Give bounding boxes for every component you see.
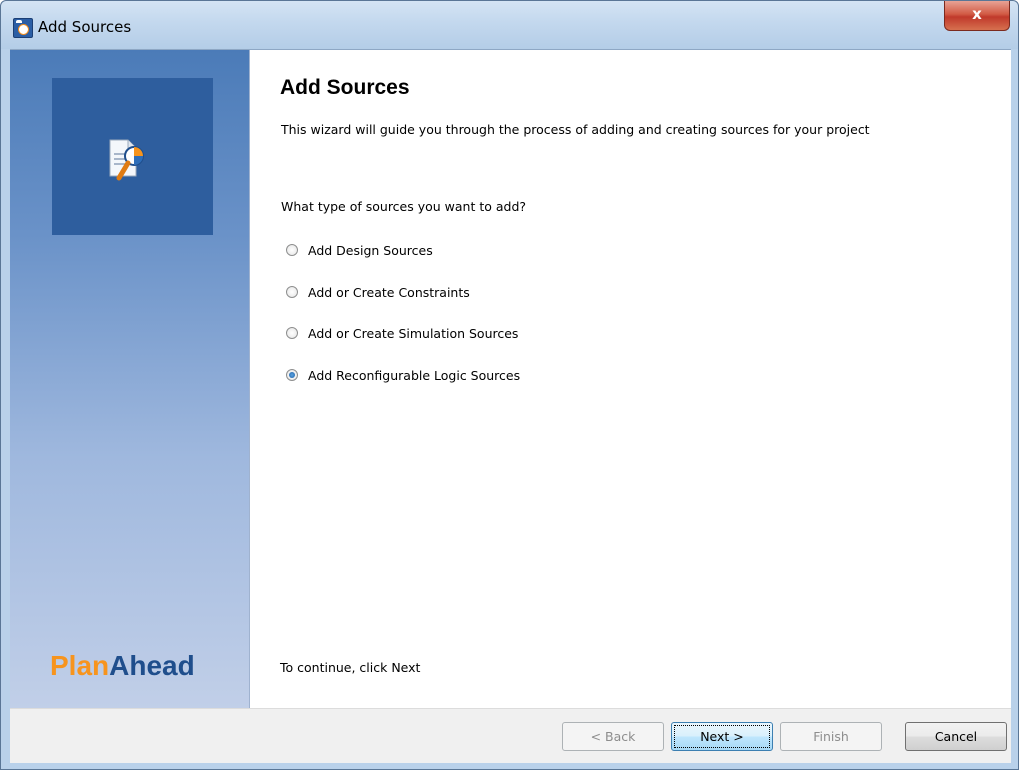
window-title: Add Sources <box>38 18 132 36</box>
option-add-create-constraints[interactable]: Add or Create Constraints <box>286 282 470 302</box>
finish-button[interactable]: Finish <box>780 722 882 751</box>
brand-ahead-text: Ahead <box>109 650 195 681</box>
radio-button[interactable] <box>286 244 298 256</box>
button-bar: < Back Next > Finish Cancel <box>10 708 1011 763</box>
continue-instruction: To continue, click Next <box>280 660 421 675</box>
wizard-logo-box <box>52 78 213 235</box>
brand-plan-text: Plan <box>50 650 110 681</box>
close-button[interactable]: x <box>944 1 1010 31</box>
option-add-reconfigurable-logic-sources[interactable]: Add Reconfigurable Logic Sources <box>286 365 520 385</box>
source-type-question: What type of sources you want to add? <box>281 199 527 214</box>
planahead-logo: PlanAhead <box>50 650 195 682</box>
wizard-title: Add Sources <box>280 76 410 99</box>
radio-button[interactable] <box>286 327 298 339</box>
back-button[interactable]: < Back <box>562 722 664 751</box>
option-add-design-sources[interactable]: Add Design Sources <box>286 240 433 260</box>
wizard-description: This wizard will guide you through the p… <box>281 122 870 137</box>
cancel-button[interactable]: Cancel <box>905 722 1007 751</box>
title-bar[interactable]: Add Sources x <box>1 1 1018 49</box>
radio-button-selected[interactable] <box>286 369 298 381</box>
option-label: Add or Create Constraints <box>308 284 470 300</box>
option-label: Add or Create Simulation Sources <box>308 325 519 341</box>
wizard-content: PlanAhead Add Sources This wizard will g… <box>10 49 1011 708</box>
radio-button[interactable] <box>286 286 298 298</box>
add-sources-window: Add Sources x PlanAhead Add Sources This… <box>0 0 1019 770</box>
option-label: Add Design Sources <box>308 242 433 258</box>
app-icon <box>13 18 33 38</box>
option-add-create-simulation-sources[interactable]: Add or Create Simulation Sources <box>286 323 518 343</box>
side-panel: PlanAhead <box>10 50 250 708</box>
next-button[interactable]: Next > <box>671 722 773 751</box>
add-sources-icon <box>109 139 144 181</box>
option-label: Add Reconfigurable Logic Sources <box>308 367 521 383</box>
